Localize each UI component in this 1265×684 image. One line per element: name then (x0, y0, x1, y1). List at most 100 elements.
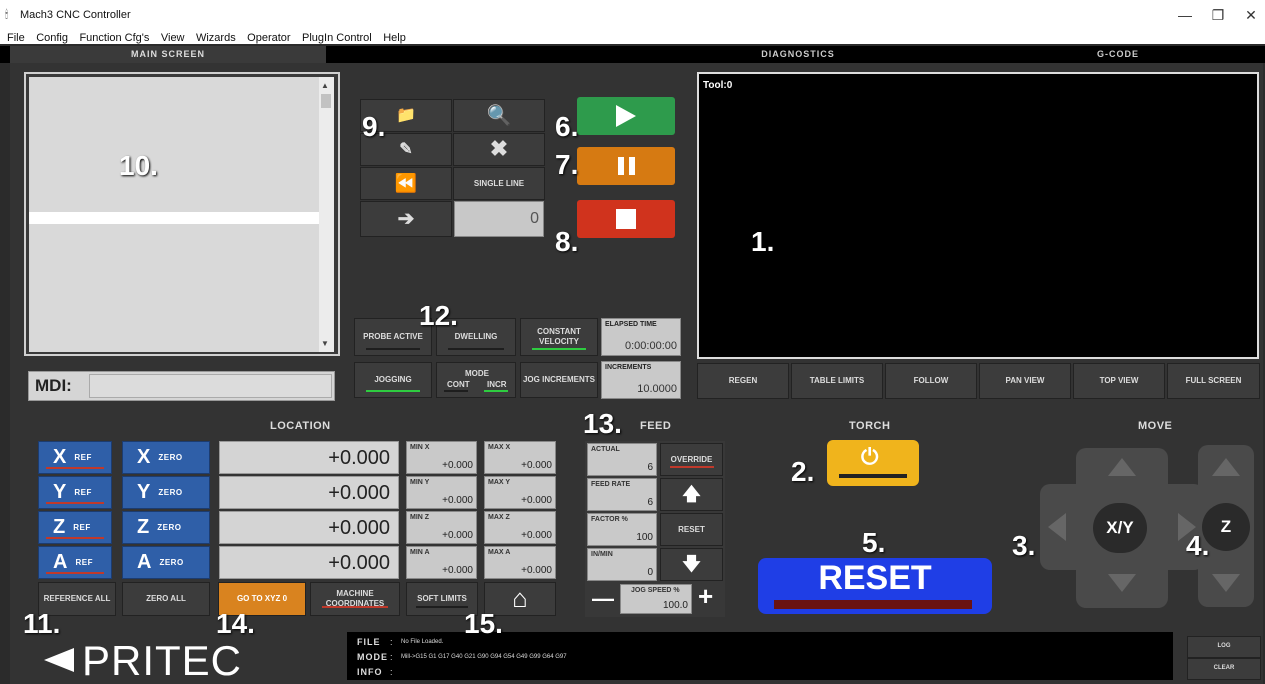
dro-y[interactable]: +0.000 (219, 476, 399, 509)
mode-toggle[interactable]: MODE CONT INCR (436, 362, 516, 398)
menu-operator[interactable]: Operator (247, 30, 290, 46)
pan-view-button[interactable]: PAN VIEW (979, 363, 1071, 399)
torch-button[interactable]: ⏻ (827, 440, 919, 486)
min-a-value: +0.000 (442, 565, 473, 576)
scroll-up-icon[interactable]: ▲ (321, 81, 329, 90)
jogging-led: JOGGING (354, 362, 432, 398)
menu-view[interactable]: View (161, 30, 185, 46)
logo-text: PRITEC (82, 637, 243, 684)
program-controls: 📁 🔍 ✎ ✖ ⏪ SINGLE LINE ➔ 0 (360, 99, 546, 238)
arrow-right-icon: ➔ (397, 208, 415, 230)
close-file-button[interactable]: ✖ (453, 133, 545, 166)
max-x-field[interactable]: MAX X +0.000 (484, 441, 556, 474)
jog-z-plus-icon[interactable] (1212, 458, 1240, 476)
minimize-button[interactable]: — (1170, 4, 1200, 26)
menu-config[interactable]: Config (36, 30, 68, 46)
log-button[interactable]: LOG (1187, 636, 1261, 658)
gcode-scrollbar[interactable]: ▲ ▼ (319, 77, 334, 352)
ref-a-button[interactable]: A REF (38, 546, 112, 579)
ref-y-button[interactable]: Y REF (38, 476, 112, 509)
mdi-input[interactable] (89, 374, 332, 398)
scroll-down-icon[interactable]: ▼ (321, 339, 329, 348)
feed-up-button[interactable]: 🡅 (660, 478, 723, 511)
close-button[interactable]: ✕ (1236, 4, 1265, 26)
ref-z-axis: Z (53, 516, 66, 538)
line-number-field[interactable]: 0 (454, 201, 544, 237)
edit-icon: ✎ (399, 140, 413, 158)
jog-z-minus-icon[interactable] (1212, 574, 1240, 592)
dro-a[interactable]: +0.000 (219, 546, 399, 579)
top-view-button[interactable]: TOP VIEW (1073, 363, 1165, 399)
soft-limits-indicator (416, 606, 468, 608)
gcode-viewer-bottom (29, 224, 319, 352)
ref-x-button[interactable]: X REF (38, 441, 112, 474)
logo-arrow-icon (44, 648, 74, 672)
rewind-button[interactable]: ⏪ (360, 167, 452, 200)
jog-x-minus-icon[interactable] (1048, 513, 1066, 541)
dro-z[interactable]: +0.000 (219, 511, 399, 544)
zero-y-button[interactable]: Y ZERO (122, 476, 210, 509)
menu-function-cfgs[interactable]: Function Cfg's (79, 30, 149, 46)
reset-button[interactable]: RESET (758, 558, 992, 614)
menu-plugin-control[interactable]: PlugIn Control (302, 30, 372, 46)
max-z-field[interactable]: MAX Z +0.000 (484, 511, 556, 544)
goto-line-button[interactable]: ➔ (360, 201, 452, 237)
zero-y-label: ZERO (158, 488, 183, 497)
min-x-field[interactable]: MIN X +0.000 (406, 441, 477, 474)
dro-x[interactable]: +0.000 (219, 441, 399, 474)
max-y-field[interactable]: MAX Y +0.000 (484, 476, 556, 509)
xy-center-button[interactable]: X/Y (1093, 503, 1147, 553)
jog-speed-minus-button[interactable]: — (592, 588, 614, 610)
full-screen-button[interactable]: FULL SCREEN (1167, 363, 1260, 399)
jog-speed-field[interactable]: JOG SPEED % 100.0 (620, 584, 692, 614)
max-a-field[interactable]: MAX A +0.000 (484, 546, 556, 579)
zero-all-button[interactable]: ZERO ALL (122, 582, 210, 616)
feed-hold-button[interactable] (577, 147, 675, 185)
cycle-start-button[interactable] (577, 97, 675, 135)
restore-button[interactable]: ❐ (1203, 4, 1233, 26)
ref-z-button[interactable]: Z REF (38, 511, 112, 544)
stop-button[interactable] (577, 200, 675, 238)
tab-g-code[interactable]: G-CODE (960, 46, 1265, 63)
machine-coordinates-button[interactable]: MACHINE COORDINATES (310, 582, 400, 616)
follow-button[interactable]: FOLLOW (885, 363, 977, 399)
mdi-label: MDI: (35, 376, 72, 395)
menu-help[interactable]: Help (383, 30, 406, 46)
jog-increments-button[interactable]: JOG INCREMENTS (520, 362, 598, 398)
jog-y-plus-icon[interactable] (1108, 458, 1136, 476)
menu-wizards[interactable]: Wizards (196, 30, 236, 46)
zero-a-button[interactable]: A ZERO (122, 546, 210, 579)
feed-rate-field[interactable]: FEED RATE 6 (587, 478, 657, 511)
feed-down-button[interactable]: 🡇 (660, 548, 723, 581)
jog-y-minus-icon[interactable] (1108, 574, 1136, 592)
incr-indicator (484, 390, 508, 392)
clear-button[interactable]: CLEAR (1187, 658, 1261, 680)
annotation-15: 15. (464, 608, 503, 639)
reset-indicator (774, 600, 972, 609)
min-z-field[interactable]: MIN Z +0.000 (406, 511, 477, 544)
table-limits-button[interactable]: TABLE LIMITS (791, 363, 883, 399)
min-y-field[interactable]: MIN Y +0.000 (406, 476, 477, 509)
increments-value[interactable]: 10.0000 (637, 383, 677, 395)
feed-actual-value: 6 (647, 462, 653, 473)
jog-speed-plus-button[interactable]: + (698, 583, 720, 609)
feed-factor-field[interactable]: FACTOR % 100 (587, 513, 657, 546)
scroll-thumb[interactable] (321, 94, 331, 108)
tab-main-screen[interactable]: MAIN SCREEN (10, 46, 326, 63)
dwelling-label: DWELLING (454, 332, 498, 342)
feed-override-button[interactable]: OVERRIDE (660, 443, 723, 476)
ref-x-axis: X (53, 446, 67, 468)
tab-diagnostics[interactable]: DIAGNOSTICS (640, 46, 956, 63)
file-separator: : (390, 637, 393, 647)
zero-x-button[interactable]: X ZERO (122, 441, 210, 474)
min-a-field[interactable]: MIN A +0.000 (406, 546, 477, 579)
regen-button[interactable]: REGEN (697, 363, 789, 399)
toolpath-display[interactable]: Tool:0 (697, 72, 1259, 359)
find-button[interactable]: 🔍 (453, 99, 545, 132)
annotation-2: 2. (791, 456, 815, 487)
zero-z-button[interactable]: Z ZERO (122, 511, 210, 544)
menu-file[interactable]: File (7, 30, 25, 46)
feed-reset-button[interactable]: RESET (660, 513, 723, 546)
gcode-viewer[interactable]: ▲ ▼ (24, 72, 340, 356)
single-line-button[interactable]: SINGLE LINE (453, 167, 545, 200)
